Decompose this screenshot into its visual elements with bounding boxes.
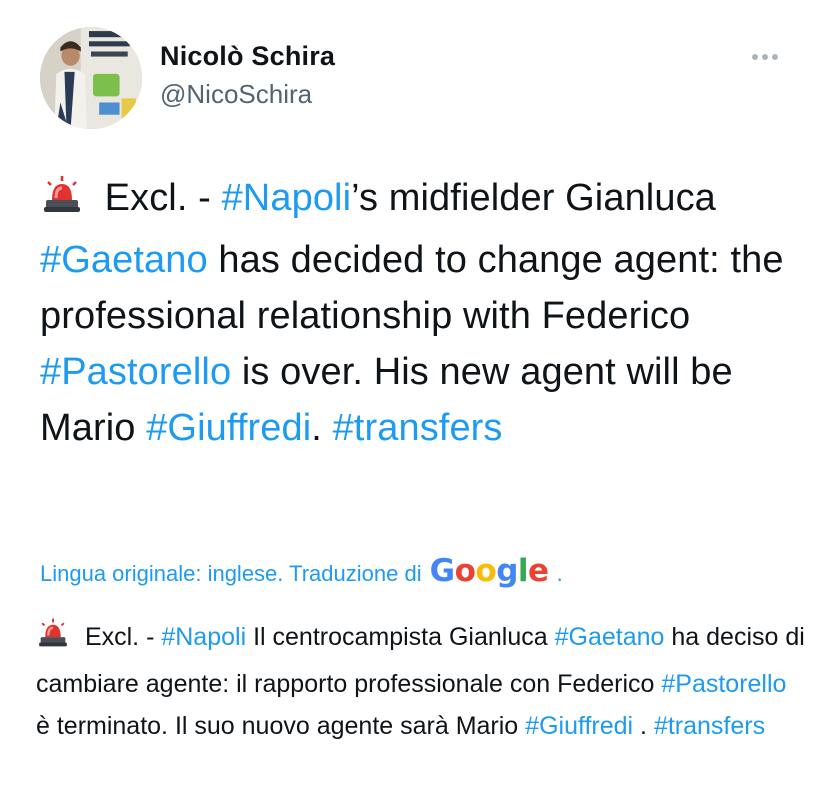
text-segment: . bbox=[633, 712, 654, 740]
author-handle[interactable]: @NicoSchira bbox=[160, 79, 312, 110]
hashtag-link[interactable]: #Pastorello bbox=[40, 351, 231, 393]
police-light-icon bbox=[40, 176, 84, 232]
hashtag-link[interactable]: #transfers bbox=[654, 712, 765, 740]
more-options-icon[interactable] bbox=[752, 47, 788, 67]
translation-note-label: Lingua originale: inglese. Traduzione di bbox=[40, 561, 422, 586]
hashtag-link[interactable]: #Gaetano bbox=[555, 623, 665, 651]
avatar[interactable] bbox=[40, 27, 142, 129]
text-segment: ’s midfielder Gianluca bbox=[351, 177, 716, 219]
tweet-text: Excl. - #Napoli’s midfielder Gianluca #G… bbox=[40, 170, 800, 456]
text-segment: è terminato. Il suo nuovo agente sarà Ma… bbox=[36, 712, 526, 740]
hashtag-link[interactable]: #Giuffredi bbox=[146, 407, 311, 449]
author-name[interactable]: Nicolò Schira bbox=[160, 41, 335, 72]
text-segment: Excl. - bbox=[78, 623, 162, 651]
text-segment: . bbox=[311, 407, 333, 449]
hashtag-link[interactable]: #Napoli bbox=[161, 623, 246, 651]
hashtag-link[interactable]: #Napoli bbox=[222, 177, 352, 219]
hashtag-link[interactable]: #Gaetano bbox=[40, 239, 208, 281]
hashtag-link[interactable]: #transfers bbox=[333, 407, 503, 449]
police-light-icon bbox=[36, 618, 70, 663]
google-logo: Google bbox=[429, 553, 549, 589]
translated-text: Excl. - #Napoli Il centrocampista Gianlu… bbox=[36, 616, 806, 747]
translation-note[interactable]: Lingua originale: inglese. Traduzione di… bbox=[40, 553, 563, 589]
hashtag-link[interactable]: #Giuffredi bbox=[525, 712, 633, 740]
text-segment: Excl. - bbox=[94, 177, 222, 219]
hashtag-link[interactable]: #Pastorello bbox=[661, 670, 786, 698]
text-segment: Il centrocampista Gianluca bbox=[246, 623, 555, 651]
